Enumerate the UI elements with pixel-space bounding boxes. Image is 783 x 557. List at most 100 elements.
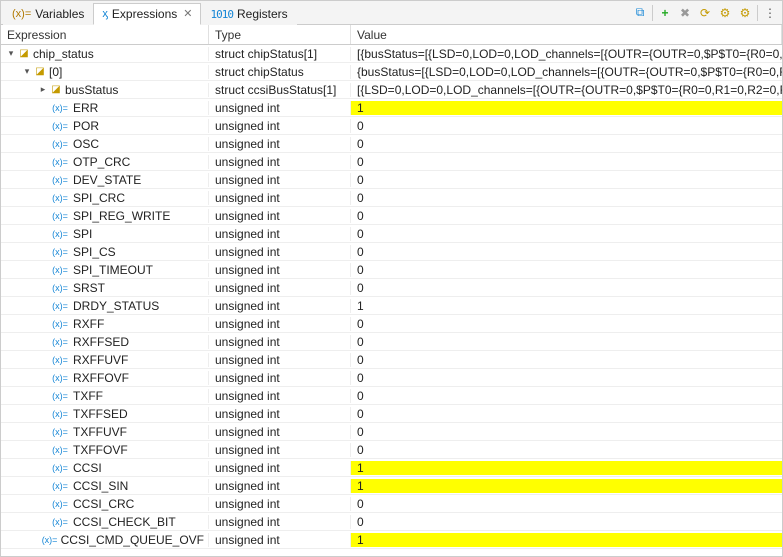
expression-cell[interactable]: ▾◪[0] <box>1 65 209 79</box>
value-cell[interactable]: 0 <box>351 227 782 241</box>
table-row[interactable]: ▸(x)=SPI_CSunsigned int0 <box>1 243 782 261</box>
table-row[interactable]: ▸(x)=ERRunsigned int1 <box>1 99 782 117</box>
expression-cell[interactable]: ▸(x)=CCSI_SIN <box>1 479 209 493</box>
expression-cell[interactable]: ▸(x)=RXFFOVF <box>1 371 209 385</box>
expression-cell[interactable]: ▸(x)=SPI_TIMEOUT <box>1 263 209 277</box>
value-cell[interactable]: 1 <box>351 479 782 493</box>
tab-expressions[interactable]: ᶍ Expressions ✕ <box>93 3 201 25</box>
table-row[interactable]: ▸(x)=RXFFSEDunsigned int0 <box>1 333 782 351</box>
value-cell[interactable]: 0 <box>351 425 782 439</box>
value-cell[interactable]: 0 <box>351 389 782 403</box>
value-cell[interactable]: 0 <box>351 191 782 205</box>
value-cell[interactable]: 0 <box>351 155 782 169</box>
table-row[interactable]: ▸(x)=RXFFOVFunsigned int0 <box>1 369 782 387</box>
value-cell[interactable]: 0 <box>351 281 782 295</box>
table-row[interactable]: ▸(x)=DEV_STATEunsigned int0 <box>1 171 782 189</box>
table-row[interactable]: ▸(x)=TXFFunsigned int0 <box>1 387 782 405</box>
table-row[interactable]: ▾◪chip_statusstruct chipStatus[1][{busSt… <box>1 45 782 63</box>
table-row[interactable]: ▸(x)=CCSI_CRCunsigned int0 <box>1 495 782 513</box>
table-row[interactable]: ▸(x)=TXFFOVFunsigned int0 <box>1 441 782 459</box>
table-row[interactable]: ▸(x)=PORunsigned int0 <box>1 117 782 135</box>
chevron-down-icon[interactable]: ▾ <box>5 48 17 59</box>
expression-cell[interactable]: ▸(x)=TXFF <box>1 389 209 403</box>
value-cell[interactable]: 1 <box>351 461 782 475</box>
value-cell[interactable]: 0 <box>351 137 782 151</box>
expression-cell[interactable]: ▸(x)=SPI_CS <box>1 245 209 259</box>
expression-cell[interactable]: ▸(x)=RXFF <box>1 317 209 331</box>
expression-cell[interactable]: ▸(x)=TXFFOVF <box>1 443 209 457</box>
value-cell[interactable]: 0 <box>351 515 782 529</box>
value-cell[interactable]: 0 <box>351 407 782 421</box>
table-row[interactable]: ▸(x)=CCSI_SINunsigned int1 <box>1 477 782 495</box>
remove-expression-button[interactable]: ✖ <box>677 5 693 21</box>
expression-cell[interactable]: ▸◪busStatus <box>1 83 209 97</box>
value-cell[interactable]: 0 <box>351 443 782 457</box>
value-cell[interactable]: 0 <box>351 245 782 259</box>
expression-cell[interactable]: ▸(x)=DRDY_STATUS <box>1 299 209 313</box>
value-cell[interactable]: 1 <box>351 533 782 547</box>
tab-registers[interactable]: 1010 Registers <box>201 3 296 25</box>
column-header-expression[interactable]: Expression <box>1 25 209 44</box>
value-cell[interactable]: 1 <box>351 299 782 313</box>
refresh-button[interactable]: ⟳ <box>697 5 713 21</box>
expression-cell[interactable]: ▸(x)=RXFFUVF <box>1 353 209 367</box>
column-header-type[interactable]: Type <box>209 25 351 44</box>
table-row[interactable]: ▸(x)=SPI_TIMEOUTunsigned int0 <box>1 261 782 279</box>
table-row[interactable]: ▸◪busStatusstruct ccsiBusStatus[1][{LSD=… <box>1 81 782 99</box>
expression-cell[interactable]: ▸(x)=CCSI_CRC <box>1 497 209 511</box>
chevron-right-icon[interactable]: ▸ <box>37 84 49 95</box>
value-cell[interactable]: 1 <box>351 101 782 115</box>
table-row[interactable]: ▸(x)=TXFFSEDunsigned int0 <box>1 405 782 423</box>
value-cell[interactable]: 0 <box>351 497 782 511</box>
value-cell[interactable]: 0 <box>351 353 782 367</box>
value-cell[interactable]: 0 <box>351 173 782 187</box>
expression-cell[interactable]: ▸(x)=OTP_CRC <box>1 155 209 169</box>
expression-cell[interactable]: ▸(x)=SRST <box>1 281 209 295</box>
value-cell[interactable]: [{busStatus=[{LSD=0,LOD=0,LOD_channels=[… <box>351 47 782 61</box>
table-row[interactable]: ▸(x)=DRDY_STATUSunsigned int1 <box>1 297 782 315</box>
table-row[interactable]: ▸(x)=SPI_CRCunsigned int0 <box>1 189 782 207</box>
expression-cell[interactable]: ▸(x)=POR <box>1 119 209 133</box>
expression-cell[interactable]: ▸(x)=DEV_STATE <box>1 173 209 187</box>
table-row[interactable]: ▸(x)=SPIunsigned int0 <box>1 225 782 243</box>
value-cell[interactable]: 0 <box>351 263 782 277</box>
table-row[interactable]: ▸(x)=OTP_CRCunsigned int0 <box>1 153 782 171</box>
value-cell[interactable]: 0 <box>351 317 782 331</box>
value-cell[interactable]: {busStatus=[{LSD=0,LOD=0,LOD_channels=[{… <box>351 65 782 79</box>
expression-cell[interactable]: ▸(x)=SPI_REG_WRITE <box>1 209 209 223</box>
chevron-down-icon[interactable]: ▾ <box>21 66 33 77</box>
expression-cell[interactable]: ▸(x)=ERR <box>1 101 209 115</box>
value-cell[interactable]: 0 <box>351 119 782 133</box>
value-cell[interactable]: 0 <box>351 209 782 223</box>
value-cell[interactable]: 0 <box>351 335 782 349</box>
expression-cell[interactable]: ▸(x)=RXFFSED <box>1 335 209 349</box>
table-row[interactable]: ▸(x)=CCSIunsigned int1 <box>1 459 782 477</box>
table-row[interactable]: ▸(x)=SPI_REG_WRITEunsigned int0 <box>1 207 782 225</box>
tab-variables[interactable]: (x)= Variables <box>3 3 93 25</box>
expression-cell[interactable]: ▸(x)=SPI <box>1 227 209 241</box>
table-row[interactable]: ▸(x)=CCSI_CMD_QUEUE_OVFunsigned int1 <box>1 531 782 549</box>
table-row[interactable]: ▸(x)=SRSTunsigned int0 <box>1 279 782 297</box>
view-menu-button[interactable]: ⋮ <box>762 5 778 21</box>
table-row[interactable]: ▸(x)=TXFFUVFunsigned int0 <box>1 423 782 441</box>
expression-cell[interactable]: ▸(x)=TXFFUVF <box>1 425 209 439</box>
table-row[interactable]: ▸(x)=RXFFunsigned int0 <box>1 315 782 333</box>
expression-cell[interactable]: ▸(x)=CCSI_CHECK_BIT <box>1 515 209 529</box>
settings-button[interactable]: ⚙ <box>717 5 733 21</box>
expression-cell[interactable]: ▸(x)=CCSI <box>1 461 209 475</box>
collapse-all-button[interactable]: ⧉ <box>632 5 648 21</box>
value-cell[interactable]: [{LSD=0,LOD=0,LOD_channels=[{OUTR={OUTR=… <box>351 83 782 97</box>
table-row[interactable]: ▾◪[0]struct chipStatus{busStatus=[{LSD=0… <box>1 63 782 81</box>
expression-cell[interactable]: ▸(x)=OSC <box>1 137 209 151</box>
expression-cell[interactable]: ▸(x)=TXFFSED <box>1 407 209 421</box>
table-row[interactable]: ▸(x)=RXFFUVFunsigned int0 <box>1 351 782 369</box>
expression-cell[interactable]: ▸(x)=CCSI_CMD_QUEUE_OVF <box>1 533 209 547</box>
column-header-value[interactable]: Value <box>351 25 782 44</box>
expression-cell[interactable]: ▸(x)=SPI_CRC <box>1 191 209 205</box>
close-icon[interactable]: ✕ <box>183 7 192 20</box>
expression-tree[interactable]: ▾◪chip_statusstruct chipStatus[1][{busSt… <box>1 45 782 556</box>
table-row[interactable]: ▸(x)=OSCunsigned int0 <box>1 135 782 153</box>
value-cell[interactable]: 0 <box>351 371 782 385</box>
table-row[interactable]: ▸(x)=CCSI_CHECK_BITunsigned int0 <box>1 513 782 531</box>
add-expression-button[interactable]: + <box>657 5 673 21</box>
